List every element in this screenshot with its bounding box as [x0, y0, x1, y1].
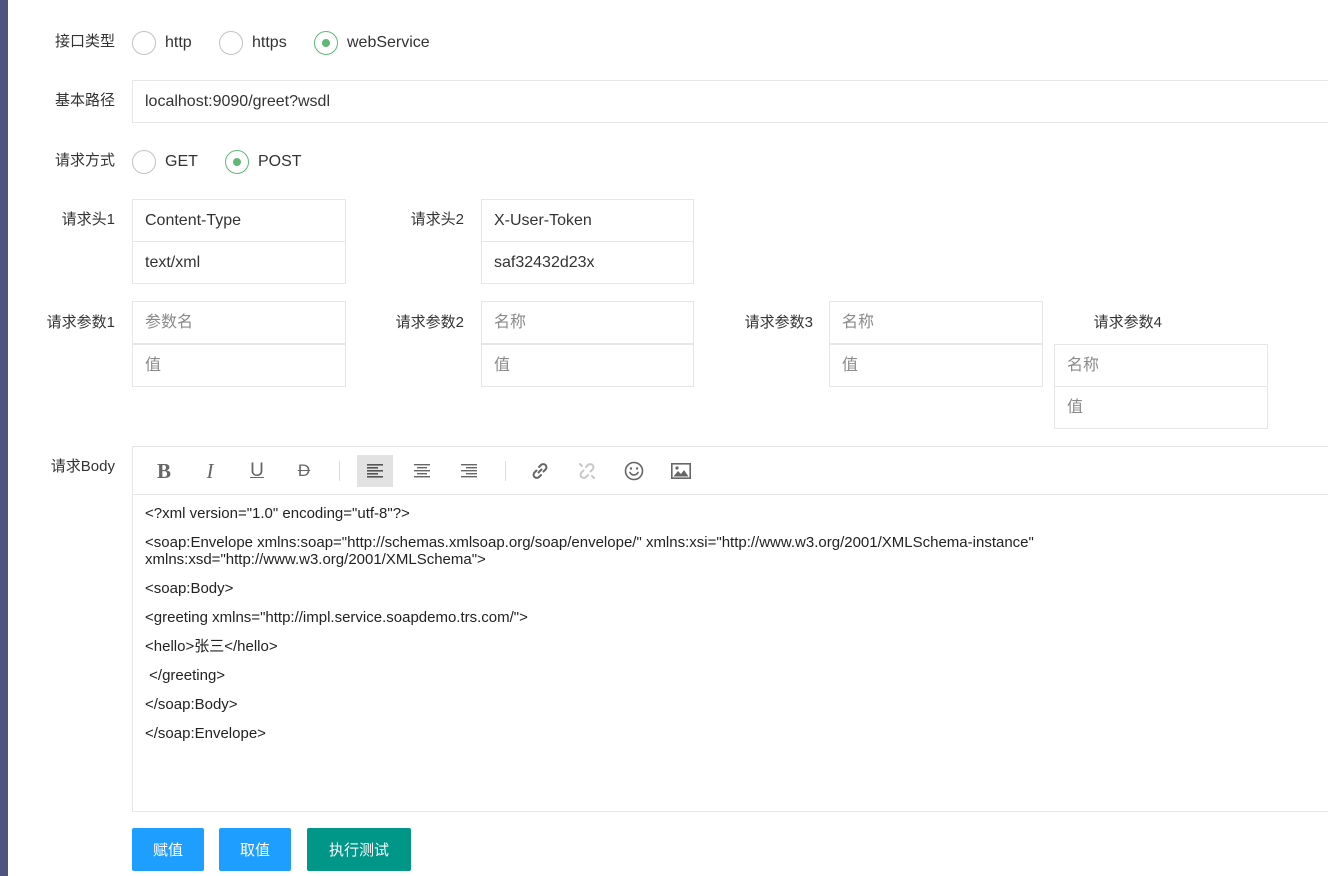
body-line: <hello>张三</hello> — [145, 638, 278, 655]
link-icon[interactable] — [522, 455, 558, 487]
radio-circle — [314, 31, 338, 55]
toolbar-separator — [339, 461, 340, 481]
align-center-icon[interactable] — [404, 455, 440, 487]
body-line: </soap:Envelope> — [145, 725, 266, 742]
body-line: </greeting> — [145, 667, 226, 684]
radio-circle — [132, 150, 156, 174]
radio-get[interactable]: GET — [132, 149, 198, 175]
editor-toolbar: B I U D — [133, 447, 1328, 495]
param1-value-input[interactable] — [132, 344, 346, 387]
radio-webservice[interactable]: webService — [314, 30, 430, 56]
unlink-icon[interactable] — [569, 455, 605, 487]
param4-value-input[interactable] — [1054, 386, 1268, 429]
italic-icon[interactable]: I — [192, 455, 228, 487]
body-line: <greeting xmlns="http://impl.service.soa… — [145, 609, 528, 626]
header1-name-input[interactable] — [132, 199, 346, 242]
param1-label: 请求参数1 — [46, 314, 115, 331]
param2-name-input[interactable] — [481, 301, 694, 344]
image-icon[interactable] — [663, 455, 699, 487]
param2-label: 请求参数2 — [395, 314, 464, 331]
execute-test-button[interactable]: 执行测试 — [307, 828, 411, 871]
editor-content[interactable]: <?xml version="1.0" encoding="utf-8"?> <… — [133, 495, 1328, 764]
left-sidebar-strip — [0, 0, 8, 876]
strikethrough-icon[interactable]: D — [286, 455, 322, 487]
interface-type-label: 接口类型 — [54, 33, 115, 50]
emoji-icon[interactable] — [616, 455, 652, 487]
body-label: 请求Body — [50, 458, 115, 475]
body-line: </soap:Body> — [145, 696, 238, 713]
header2-name-input[interactable] — [481, 199, 694, 242]
param1-name-input[interactable] — [132, 301, 346, 344]
base-path-input[interactable] — [132, 80, 1328, 123]
param2-value-input[interactable] — [481, 344, 694, 387]
radio-https[interactable]: https — [219, 30, 287, 56]
radio-circle — [225, 150, 249, 174]
param4-label: 请求参数4 — [1093, 314, 1162, 331]
base-path-label: 基本路径 — [54, 92, 115, 109]
bold-icon[interactable]: B — [146, 455, 182, 487]
body-editor: B I U D <?xml version="1.0" encoding="ut… — [132, 446, 1328, 812]
align-right-icon[interactable] — [451, 455, 487, 487]
param3-name-input[interactable] — [829, 301, 1043, 344]
header2-value-input[interactable] — [481, 241, 694, 284]
param3-value-input[interactable] — [829, 344, 1043, 387]
header2-label: 请求头2 — [410, 211, 464, 228]
body-line: <?xml version="1.0" encoding="utf-8"?> — [145, 505, 410, 522]
fetch-button[interactable]: 取值 — [219, 828, 291, 871]
radio-circle — [219, 31, 243, 55]
body-line: <soap:Body> — [145, 580, 234, 597]
header1-label: 请求头1 — [61, 211, 115, 228]
radio-circle — [132, 31, 156, 55]
request-method-label: 请求方式 — [54, 152, 115, 169]
param4-name-input[interactable] — [1054, 344, 1268, 387]
align-left-icon[interactable] — [357, 455, 393, 487]
underline-icon[interactable]: U — [239, 455, 275, 487]
toolbar-separator — [505, 461, 506, 481]
radio-post[interactable]: POST — [225, 149, 302, 175]
assign-button[interactable]: 赋值 — [132, 828, 204, 871]
radio-http[interactable]: http — [132, 30, 192, 56]
param3-label: 请求参数3 — [744, 314, 813, 331]
header1-value-input[interactable] — [132, 241, 346, 284]
body-line: <soap:Envelope xmlns:soap="http://schema… — [145, 534, 1034, 568]
